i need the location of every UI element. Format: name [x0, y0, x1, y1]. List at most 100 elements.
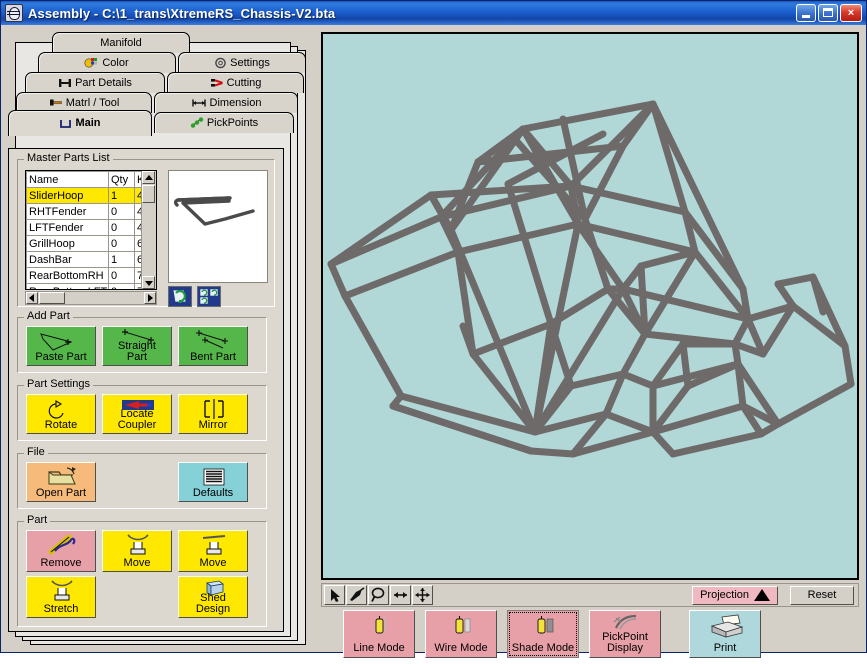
part-settings-title: Part Settings — [24, 379, 93, 390]
paste-part-button[interactable]: Paste Part — [26, 326, 96, 366]
horizontal-arrows-icon — [394, 592, 407, 598]
parts-horizontal-scrollbar[interactable] — [25, 291, 157, 305]
chassis-wireframe-model — [323, 34, 857, 578]
rotate-button[interactable]: Rotate — [26, 394, 96, 434]
tab-settings[interactable]: Settings — [178, 52, 306, 73]
parts-vertical-scrollbar[interactable] — [141, 171, 156, 289]
table-row[interactable]: RearBottomLFT 0 7 — [26, 283, 156, 289]
parts-table-header: Name Qty K — [26, 171, 156, 188]
part-group: Part Remove Move Move Stretch Shed Desig… — [17, 515, 267, 627]
tab-dimension[interactable]: Dimension — [154, 92, 298, 113]
projection-button[interactable]: Projection — [692, 585, 778, 605]
reset-button[interactable]: Reset — [790, 585, 854, 605]
table-row[interactable]: SliderHoop 1 4 — [26, 187, 156, 204]
col-header-qty[interactable]: Qty — [108, 171, 135, 188]
straight-part-button[interactable]: Straight Part — [102, 326, 172, 366]
line-mode-button[interactable]: Line Mode — [343, 610, 415, 658]
tab-main[interactable]: Main — [8, 110, 152, 136]
move-hand-icon — [103, 534, 171, 556]
cell-qty: 1 — [108, 187, 135, 204]
3d-viewport[interactable] — [321, 32, 859, 580]
preview-buttons — [168, 286, 221, 307]
scroll-up-button[interactable] — [142, 171, 155, 184]
shade-mode-button[interactable]: Shade Mode — [507, 610, 579, 658]
maximize-button[interactable] — [818, 4, 838, 22]
shed-design-button[interactable]: Shed Design — [178, 576, 248, 618]
display-mode-bar: Line Mode Wire Mode Shade Mode PickPoint… — [321, 610, 859, 664]
cell-name: GrillHoop — [26, 235, 109, 252]
main-icon — [59, 118, 72, 130]
move-button-1[interactable]: Move — [102, 530, 172, 572]
col-header-name[interactable]: Name — [26, 171, 109, 188]
multi-view-preview-button[interactable] — [197, 286, 221, 307]
parts-table[interactable]: Name Qty K SliderHoop 1 4 — [25, 170, 157, 290]
pickpoint-display-icon — [590, 614, 660, 630]
cell-qty: 0 — [108, 219, 135, 236]
print-button[interactable]: Print — [689, 610, 761, 658]
move-button-2[interactable]: Move — [178, 530, 248, 572]
palette-icon — [84, 57, 99, 69]
stretch-button[interactable]: Stretch — [26, 576, 96, 618]
table-row[interactable]: RHTFender 0 4 — [26, 203, 156, 220]
arrow-cursor-icon — [331, 589, 340, 602]
table-row[interactable]: GrillHoop 0 6 — [26, 235, 156, 252]
defaults-button[interactable]: Defaults — [178, 462, 248, 502]
table-row[interactable]: RearBottomRH 0 7 — [26, 267, 156, 284]
zoom-tool[interactable] — [368, 585, 389, 605]
printer-icon — [690, 614, 760, 638]
tab-pickpoints-label: PickPoints — [206, 116, 259, 129]
tab-cutting[interactable]: Cutting — [167, 72, 304, 93]
rotate-tool[interactable] — [346, 585, 367, 605]
paste-part-label: Paste Part — [35, 351, 87, 363]
hscroll-thumb[interactable] — [39, 292, 65, 304]
scroll-left-button[interactable] — [26, 292, 38, 304]
open-part-button[interactable]: Open Part — [26, 462, 96, 502]
pickpoints-icon — [190, 117, 204, 129]
pickpoint-display-button[interactable]: PickPoint Display — [589, 610, 661, 658]
rotate-icon — [27, 398, 95, 420]
move-label-1: Move — [123, 557, 151, 569]
application-window: Assembly - C:\1_trans\XtremeRS_Chassis-V… — [0, 0, 867, 658]
scroll-right-button[interactable] — [144, 292, 156, 304]
wire-mode-button[interactable]: Wire Mode — [425, 610, 497, 658]
stretch-hand-icon — [27, 580, 95, 602]
scale-tool[interactable] — [390, 585, 411, 605]
cell-qty: 0 — [108, 235, 135, 252]
tab-part-details[interactable]: Part Details — [25, 72, 165, 93]
part-details-icon — [58, 77, 72, 89]
open-part-label: Open Part — [35, 487, 87, 499]
refresh-preview-button[interactable] — [168, 286, 192, 307]
cell-qty: 1 — [108, 251, 135, 268]
file-group: File Open Part Defaults — [17, 447, 267, 509]
viewport-toolbar: Projection Reset — [321, 583, 859, 607]
remove-button[interactable]: Remove — [26, 530, 96, 572]
shade-mode-icon — [508, 614, 578, 638]
move-label-2: Move — [199, 557, 227, 569]
pan-tool[interactable] — [412, 585, 433, 605]
system-menu-icon[interactable] — [5, 4, 23, 22]
magnifier-icon — [371, 587, 385, 602]
locate-coupler-button[interactable]: Locate Coupler — [102, 394, 172, 434]
title-bar: Assembly - C:\1_trans\XtremeRS_Chassis-V… — [1, 1, 866, 25]
table-row[interactable]: DashBar 1 6 — [26, 251, 156, 268]
tab-manifold[interactable]: Manifold — [52, 32, 190, 53]
cell-name: DashBar — [26, 251, 109, 268]
tab-color[interactable]: Color — [38, 52, 176, 73]
close-button[interactable]: × — [840, 4, 862, 22]
straight-part-line2: Part — [126, 351, 148, 363]
minimize-button[interactable] — [796, 4, 816, 22]
bent-part-button[interactable]: Bent Part — [178, 326, 248, 366]
dimension-icon — [191, 97, 207, 109]
select-arrow-tool[interactable] — [324, 585, 345, 605]
tab-color-label: Color — [102, 56, 129, 69]
table-row[interactable]: LFTFender 0 4 — [26, 219, 156, 236]
scroll-thumb[interactable] — [142, 185, 155, 203]
cell-name: RearBottomRH — [26, 267, 109, 284]
move-hand2-icon — [179, 534, 247, 556]
preview-part-shape — [173, 196, 255, 226]
defaults-label: Defaults — [192, 487, 234, 499]
tab-dimension-label: Dimension — [209, 96, 262, 109]
mirror-button[interactable]: Mirror — [178, 394, 248, 434]
tab-pickpoints[interactable]: PickPoints — [154, 112, 294, 133]
scroll-down-button[interactable] — [142, 276, 155, 289]
